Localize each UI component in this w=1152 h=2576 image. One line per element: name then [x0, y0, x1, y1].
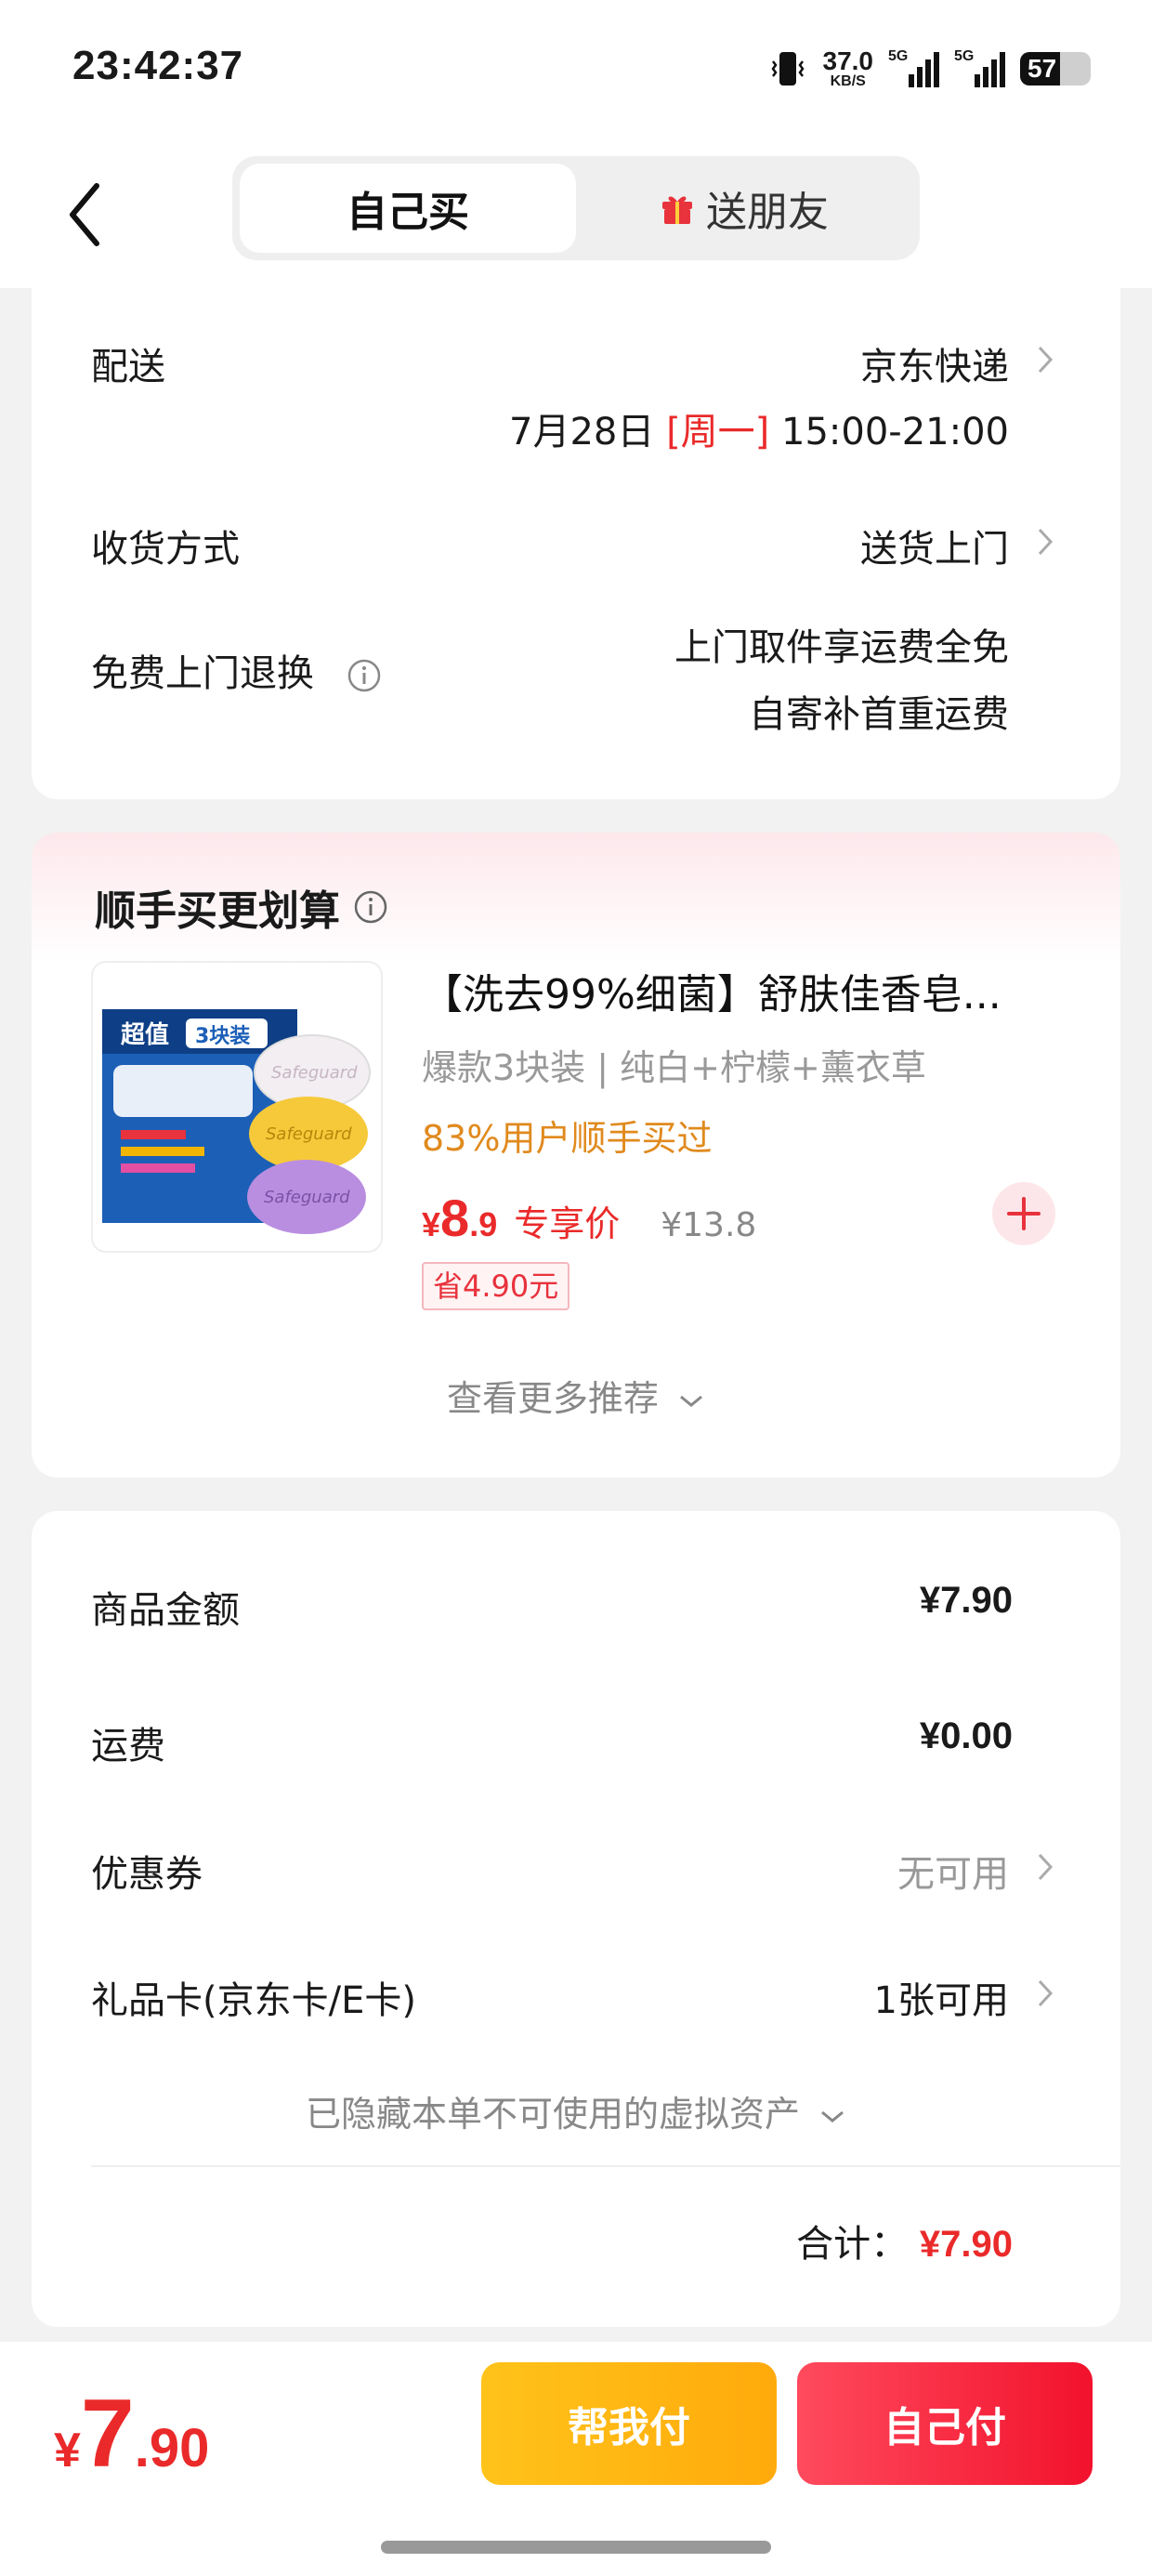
vibrate-icon: [770, 52, 805, 85]
free-return-label: 免费上门退换: [91, 643, 382, 697]
pack-label: 超值: [121, 1021, 169, 1049]
more-recommend-link[interactable]: 查看更多推荐: [32, 1370, 1120, 1421]
help-me-pay-button[interactable]: 帮我付: [481, 2362, 777, 2485]
delivery-time[interactable]: 7月28日 [周一] 15:00-21:00: [509, 401, 1009, 455]
free-return-line1: 上门取件享运费全免: [674, 626, 1009, 669]
product-image[interactable]: 超值 3块装 Safeguard Safeguard Safeguard: [91, 961, 383, 1253]
goods-amount-label: 商品金额: [91, 1589, 240, 1632]
status-icons: 37.0 KB/S 5G 5G 57: [767, 41, 1091, 97]
recommend-title-text: 顺手买更划算: [95, 887, 340, 935]
battery-icon: 57: [1020, 52, 1091, 85]
receive-method-label: 收货方式: [91, 528, 240, 571]
network-speed: 37.0 KB/S: [823, 48, 874, 89]
chevron-right-icon[interactable]: [1035, 526, 1055, 558]
hidden-assets-text: 已隐藏本单不可使用的虚拟资产: [305, 2094, 800, 2135]
product-title[interactable]: 【洗去99%细菌】舒肤佳香皂...: [422, 961, 1091, 1020]
original-price: ¥13.8: [661, 1206, 757, 1244]
shipping-value: ¥0.00: [919, 1715, 1013, 1756]
pack-count: 3块装: [195, 1025, 250, 1048]
tab-gift-label: 送朋友: [706, 189, 829, 236]
product-spec: 爆款3块装 | 纯白+柠檬+薰衣草: [422, 1047, 926, 1088]
brand-on-soap: Safeguard: [271, 1063, 358, 1083]
shipping-label: 运费: [91, 1725, 165, 1768]
delivery-weekday: [周一]: [666, 411, 770, 453]
price-tag: 专享价: [514, 1203, 621, 1244]
coupon-label: 优惠券: [91, 1853, 203, 1896]
price-currency: ¥: [422, 1205, 441, 1243]
status-time: 23:42:37: [72, 43, 244, 88]
bottom-price-int: 7: [80, 2380, 135, 2488]
soap-box-image: 超值 3块装 Safeguard Safeguard Safeguard: [102, 1009, 371, 1234]
more-recommend-text: 查看更多推荐: [446, 1378, 659, 1419]
purchase-mode-switch: 自己买 送朋友: [232, 156, 920, 260]
free-return-text: 免费上门退换: [91, 652, 314, 695]
home-indicator[interactable]: [381, 2541, 771, 2554]
goods-amount-value: ¥7.90: [919, 1580, 1013, 1621]
chevron-down-icon: [680, 1395, 702, 1407]
signal-5g-2-icon: 5G: [954, 48, 1005, 87]
gift-card-value[interactable]: 1张可用: [874, 1970, 1009, 2024]
chevron-left-icon: [70, 183, 99, 246]
net-type-label: 5G: [954, 48, 975, 64]
checkout-bar: ¥7.90 帮我付 自己付: [0, 2342, 1152, 2576]
chevron-right-icon[interactable]: [1035, 1978, 1055, 2009]
buy-rate: 83%用户顺手买过: [422, 1118, 713, 1159]
chevron-right-icon[interactable]: [1035, 1851, 1055, 1883]
free-return-line2: 自寄补首重运费: [749, 693, 1009, 736]
chevron-right-icon[interactable]: [1035, 344, 1055, 375]
price-dec: .9: [469, 1205, 498, 1243]
speed-unit: KB/S: [830, 73, 866, 89]
save-badge: 省4.90元: [422, 1262, 570, 1310]
bottom-currency: ¥: [54, 2424, 81, 2477]
add-to-cart-button[interactable]: [992, 1182, 1055, 1245]
net-type-label: 5G: [888, 48, 909, 64]
delivery-window: 15:00-21:00: [781, 411, 1009, 453]
bottom-total: ¥7.90: [54, 2379, 209, 2490]
plus-icon: [1007, 1197, 1041, 1230]
price-line: ¥ 8 .9 专享价 ¥13.8: [422, 1188, 756, 1248]
delivery-label: 配送: [91, 346, 165, 388]
back-button[interactable]: [59, 173, 115, 256]
status-bar: 23:42:37 37.0 KB/S 5G 5G 57: [0, 0, 1152, 139]
receive-method-value[interactable]: 送货上门: [860, 519, 1009, 572]
price-int: 8: [440, 1189, 470, 1247]
brand-on-soap: Safeguard: [264, 1188, 350, 1207]
gift-card-label: 礼品卡(京东卡/E卡): [91, 1979, 416, 2022]
delivery-date: 7月28日: [509, 411, 655, 453]
speed-value: 37.0: [822, 46, 874, 75]
total-label: 合计：: [796, 2223, 909, 2266]
info-icon[interactable]: [353, 889, 388, 925]
info-icon[interactable]: [347, 658, 382, 693]
bottom-price-dec: .90: [134, 2418, 210, 2478]
tab-buy-self[interactable]: 自己买: [240, 164, 576, 253]
delivery-carrier[interactable]: 京东快递: [860, 336, 1009, 390]
tab-gift-friend[interactable]: 送朋友: [576, 164, 912, 253]
brand-on-soap: Safeguard: [266, 1124, 352, 1144]
chevron-down-icon: [821, 2110, 844, 2123]
recommend-title: 顺手买更划算: [95, 877, 388, 937]
total-line: 合计： ¥7.90: [796, 2214, 1013, 2267]
gift-icon: [662, 196, 692, 224]
signal-5g-1-icon: 5G: [888, 48, 939, 87]
header: 自己买 送朋友: [0, 139, 1152, 288]
price-summary-card: 商品金额 ¥7.90 运费 ¥0.00 优惠券 无可用 礼品卡(京东卡/E卡) …: [32, 1511, 1120, 2327]
recommend-card: 顺手买更划算 超值 3块装 Safeguard Safeguard Safegu…: [32, 833, 1120, 1478]
delivery-card: 配送 京东快递 7月28日 [周一] 15:00-21:00 收货方式 送货上门…: [32, 279, 1120, 799]
pay-myself-button[interactable]: 自己付: [797, 2362, 1093, 2485]
coupon-value[interactable]: 无可用: [897, 1844, 1009, 1898]
divider: [91, 2165, 1120, 2167]
hidden-assets-toggle[interactable]: 已隐藏本单不可使用的虚拟资产: [32, 2085, 1120, 2136]
total-value: ¥7.90: [919, 2224, 1013, 2265]
battery-level: 57: [1028, 54, 1057, 83]
